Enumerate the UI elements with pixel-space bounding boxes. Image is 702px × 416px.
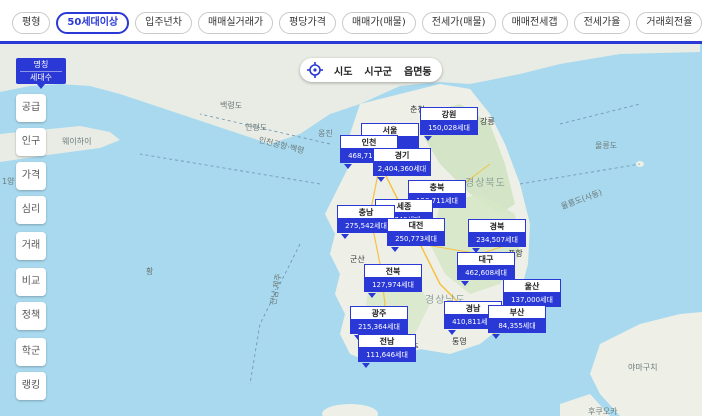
region-marker-name: 광주 xyxy=(350,306,408,320)
side-menu-button[interactable]: 심리 xyxy=(16,196,46,224)
map-label-yeonpyeong: 연평도 xyxy=(245,123,268,132)
region-marker-count: 84,355세대 xyxy=(488,319,546,333)
legend-badge-name: 명칭 xyxy=(33,60,49,69)
map-label-yamaguchi: 야마구치 xyxy=(628,363,658,372)
level-sido-button[interactable]: 시도 xyxy=(334,63,352,78)
region-marker-name: 대전 xyxy=(387,218,445,232)
region-marker[interactable]: 전북 127,974세대 xyxy=(364,264,422,298)
region-marker-name: 충북 xyxy=(408,180,466,194)
region-marker-name: 전북 xyxy=(364,264,422,278)
filter-tab[interactable]: 평당가격 xyxy=(279,12,336,34)
filter-tab[interactable]: 매매전세갭 xyxy=(501,12,568,34)
side-menu-button[interactable]: 공급 xyxy=(16,94,46,122)
map-label-ulleung: 울릉도 xyxy=(595,141,618,150)
region-level-switch: 시도 시구군 읍면동 xyxy=(300,58,442,82)
crosshair-icon[interactable] xyxy=(306,61,324,79)
legend-badge: 명칭 세대수 xyxy=(16,58,66,89)
map-label-fukuoka: 후쿠오카 xyxy=(588,407,618,416)
map-label-hwang: 황 xyxy=(146,267,154,276)
filter-tab[interactable]: 평형 xyxy=(12,12,51,34)
side-menu-button[interactable]: 학군 xyxy=(16,338,46,366)
region-marker-name: 부산 xyxy=(488,305,546,319)
region-marker-name: 인천 xyxy=(340,135,398,149)
region-marker-count: 2,404,360세대 xyxy=(373,162,431,176)
filter-tab[interactable]: 매매실거래가 xyxy=(197,12,274,34)
legend-badge-count: 세대수 xyxy=(20,71,62,84)
filter-tab[interactable]: 50세대이상 xyxy=(56,12,130,34)
region-marker-name: 충남 xyxy=(337,205,395,219)
side-menu-button[interactable]: 인구 xyxy=(16,128,46,156)
region-marker-count: 111,646세대 xyxy=(358,348,416,362)
side-menu-button[interactable]: 정책 xyxy=(16,302,46,330)
region-marker-name: 대구 xyxy=(457,252,515,266)
filter-tab[interactable]: 전세가(매물) xyxy=(421,12,496,34)
region-marker[interactable]: 대구 462,608세대 xyxy=(457,252,515,286)
region-marker-count: 250,773세대 xyxy=(387,232,445,246)
region-marker-count: 462,608세대 xyxy=(457,266,515,280)
map-label-gangneung: 강릉 xyxy=(480,117,495,126)
region-marker-name: 경기 xyxy=(373,148,431,162)
filter-tab-bar: 평형 50세대이상 입주년차 매매실거래가 평당가격 매매가(매물) 전세가(매물) 매매전세… xyxy=(0,0,702,44)
region-marker-name: 강원 xyxy=(420,107,478,121)
side-menu-button[interactable]: 거래 xyxy=(16,232,46,260)
region-marker-count: 127,974세대 xyxy=(364,278,422,292)
level-sigungu-button[interactable]: 시구군 xyxy=(364,63,392,78)
region-marker-name: 울산 xyxy=(503,279,561,293)
region-marker[interactable]: 부산 84,355세대 xyxy=(488,305,546,339)
filter-tab[interactable]: 거래회전율 xyxy=(636,12,702,34)
map-label-baengnyeong: 백령도 xyxy=(220,101,243,110)
region-marker[interactable]: 대전 250,773세대 xyxy=(387,218,445,252)
level-eupmyeondong-button[interactable]: 읍면동 xyxy=(404,63,432,78)
region-marker[interactable]: 전남 111,646세대 xyxy=(358,334,416,368)
side-menu-button[interactable]: 가격 xyxy=(16,162,46,190)
region-marker[interactable]: 광주 215,364세대 xyxy=(350,306,408,340)
filter-tab[interactable]: 전세가율 xyxy=(573,12,631,34)
map-label-gyeongbuk: 경상북도 xyxy=(465,178,506,189)
region-marker[interactable]: 경북 234,507세대 xyxy=(468,219,526,253)
filter-tab[interactable]: 매매가(매물) xyxy=(341,12,416,34)
region-marker-count: 234,507세대 xyxy=(468,233,526,247)
region-marker[interactable]: 경기 2,404,360세대 xyxy=(373,148,431,182)
region-marker[interactable]: 강원 150,028세대 xyxy=(420,107,478,141)
map-label-tongyeong: 통영 xyxy=(452,337,467,346)
region-marker-name: 경북 xyxy=(468,219,526,233)
map-label-weihai: 웨이하이 xyxy=(62,137,92,146)
map-label-gunsan: 군산 xyxy=(350,255,365,264)
region-marker-name: 전남 xyxy=(358,334,416,348)
map-label-ongjin: 옹진 xyxy=(318,129,333,138)
map-label-left-edge: 1양 xyxy=(2,177,15,186)
filter-tab[interactable]: 입주년차 xyxy=(135,12,192,34)
region-marker-count: 150,028세대 xyxy=(420,121,478,135)
legend-badge-wrap: 명칭 세대수 xyxy=(16,58,66,89)
side-menu-button[interactable]: 랭킹 xyxy=(16,372,46,400)
side-menu-button[interactable]: 비교 xyxy=(16,268,46,296)
filter-tabs: 평형 50세대이상 입주년차 매매실거래가 평당가격 매매가(매물) 전세가(매물) 매매전세… xyxy=(12,12,702,34)
region-marker-count: 215,364세대 xyxy=(350,320,408,334)
